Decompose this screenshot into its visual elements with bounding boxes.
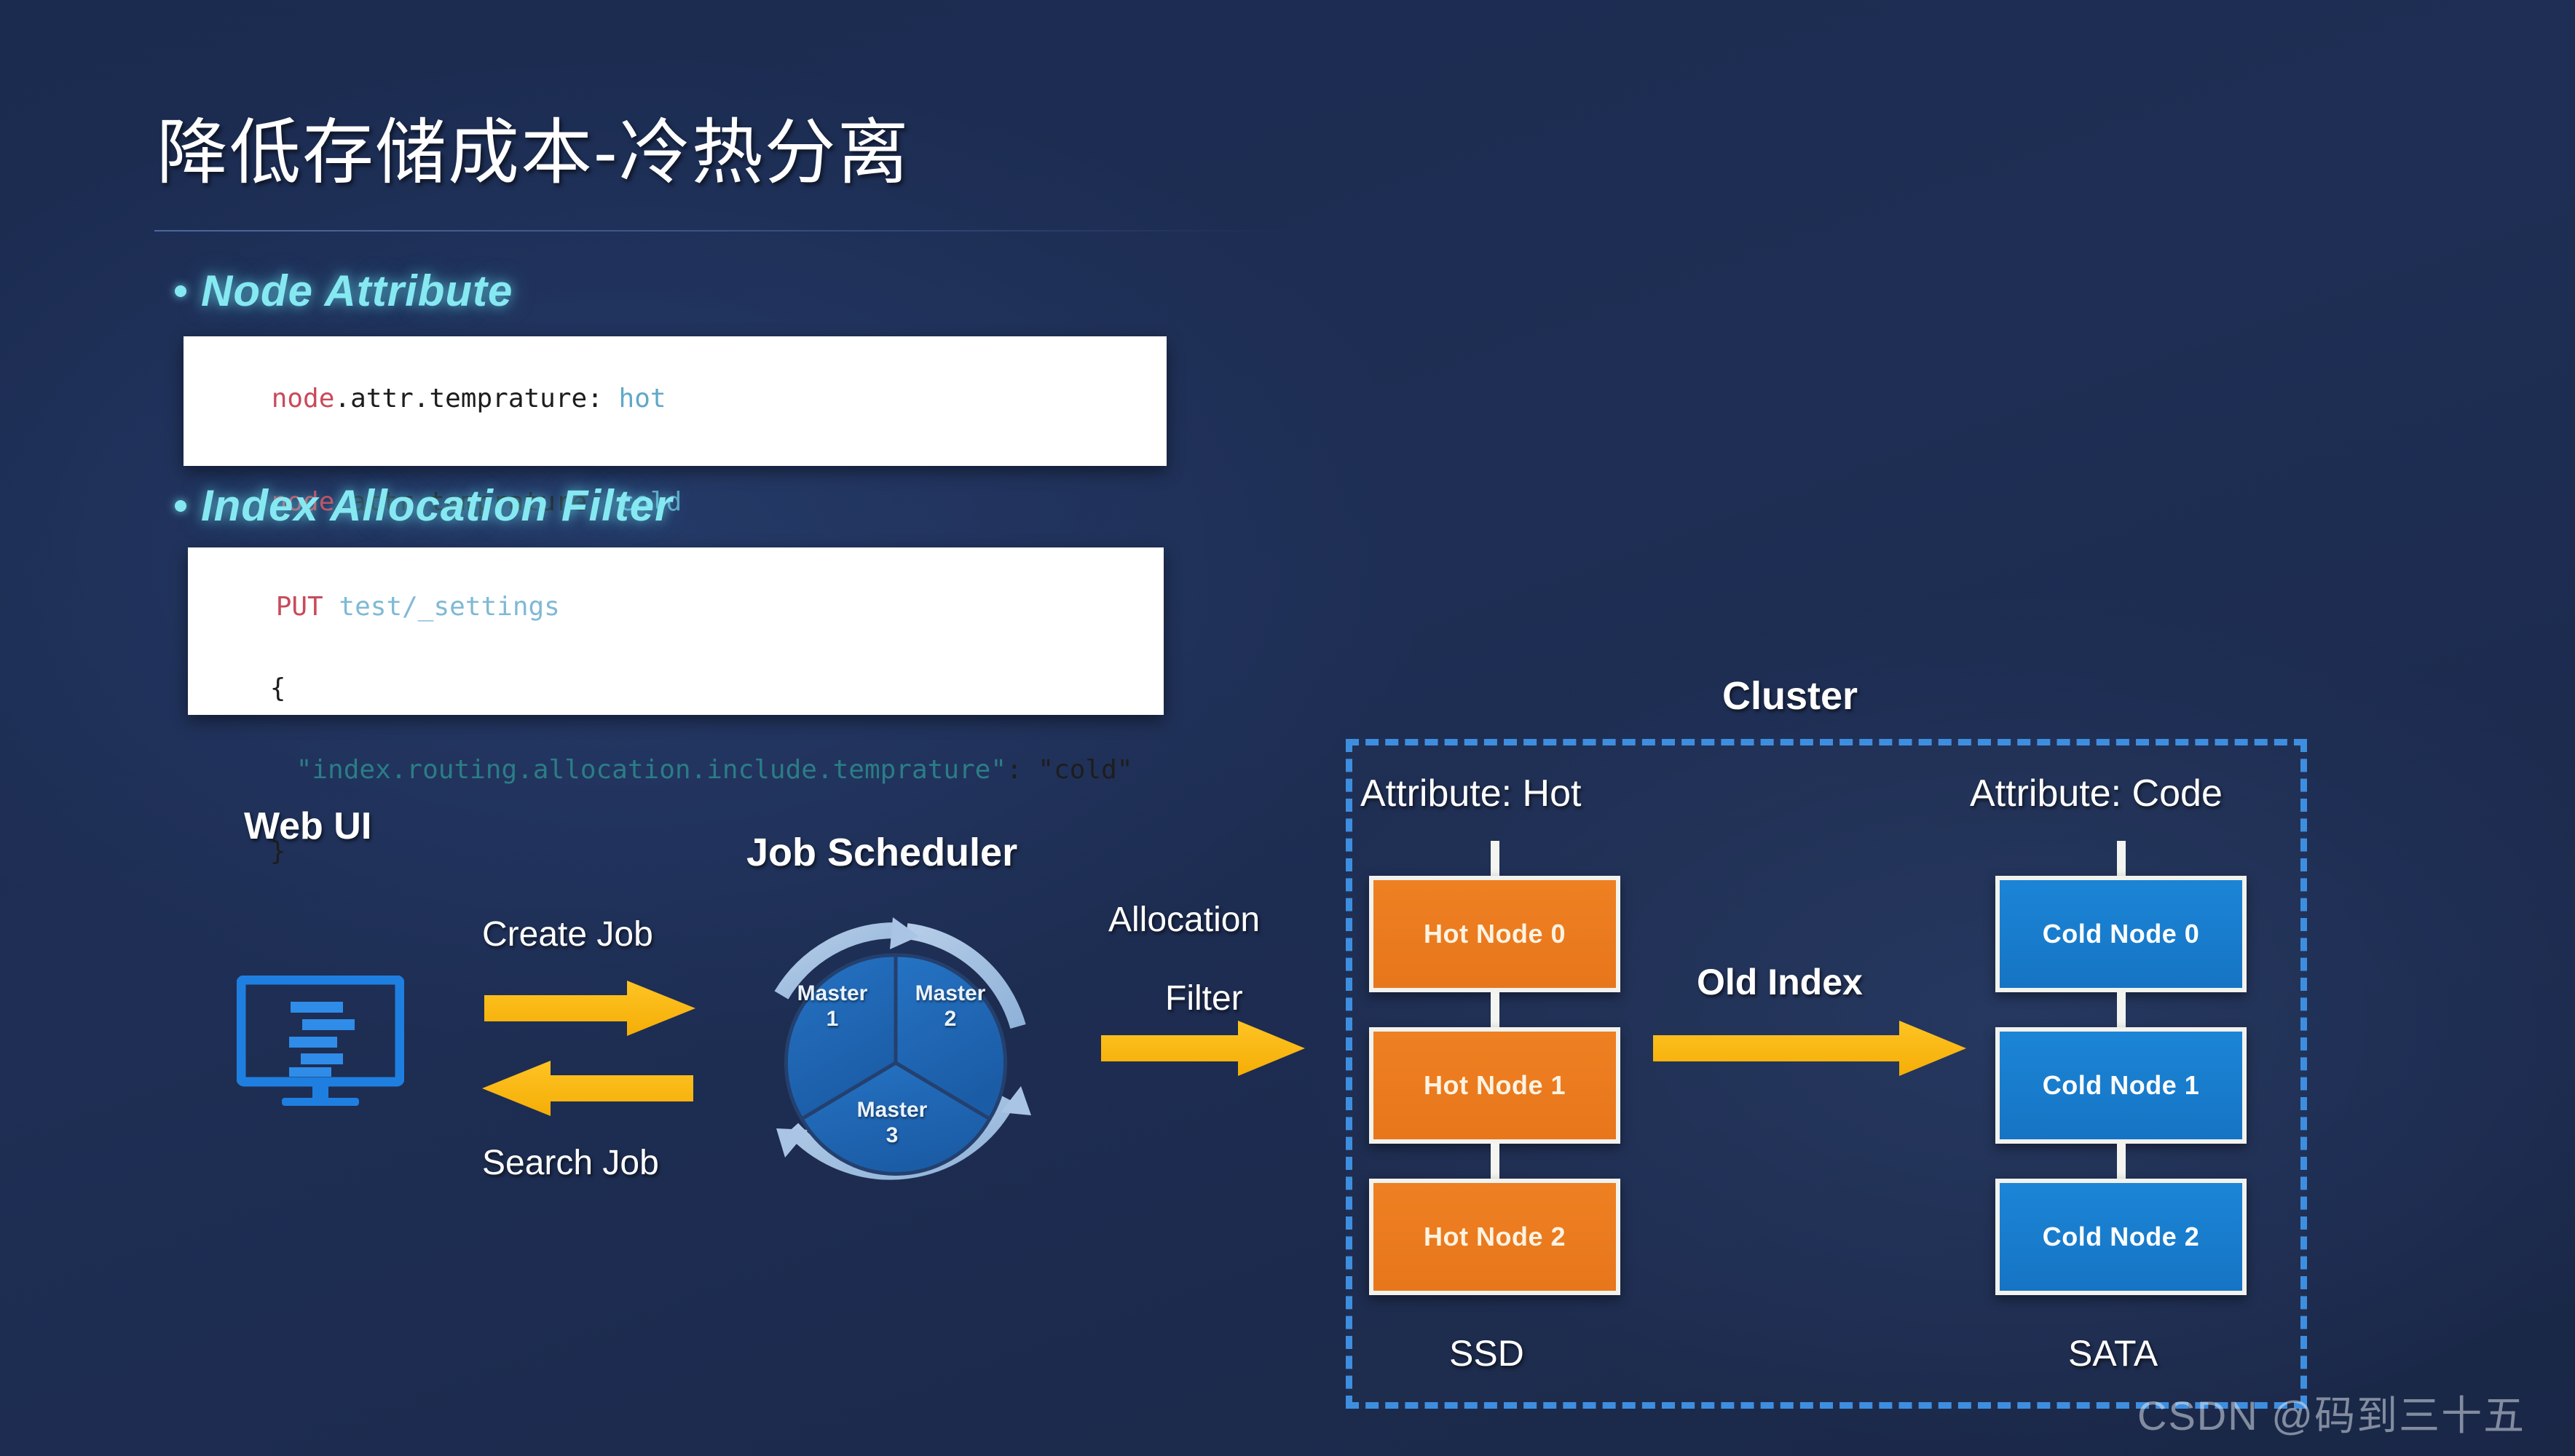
create-job-arrow-icon [484, 981, 695, 1036]
cold-node-box[interactable]: Cold Node 0 [1995, 876, 2247, 992]
old-index-arrow-icon [1653, 1021, 1966, 1076]
cold-column-stem [2116, 841, 2126, 876]
section-heading-label: Index Allocation Filter [201, 481, 673, 530]
code-token-key: node [271, 384, 335, 414]
cluster-label: Cluster [1722, 674, 1858, 718]
code-token-body-value: "cold" [1038, 755, 1133, 785]
allocation-label: Allocation [1108, 901, 1261, 939]
old-index-label: Old Index [1697, 962, 1863, 1002]
code-token-value: hot [618, 384, 666, 414]
cold-node-column: Cold Node 0 Cold Node 1 Cold Node 2 [1995, 841, 2247, 1295]
master-segment-number: 2 [944, 1006, 957, 1031]
code-token-path: test/_settings [339, 592, 560, 622]
cold-node-box[interactable]: Cold Node 1 [1995, 1027, 2247, 1144]
master-segment-name: Master [915, 981, 986, 1005]
title-divider [154, 230, 1290, 232]
code-line: node.attr.temprature: hot [201, 355, 1149, 443]
filter-label: Filter [1165, 979, 1243, 1018]
hot-attribute-label: Attribute: Hot [1360, 772, 1582, 815]
master-segment-number: 1 [826, 1006, 839, 1031]
master-segment-3: Master 3 [845, 1098, 939, 1148]
hot-column-stem [1490, 841, 1499, 876]
master-segment-2: Master 2 [903, 981, 998, 1032]
node-connector [1490, 1144, 1499, 1179]
search-job-arrow-icon [482, 1061, 693, 1116]
bullet-dot-icon [175, 285, 186, 297]
ssd-storage-label: SSD [1449, 1333, 1524, 1374]
create-job-label: Create Job [482, 915, 653, 954]
hot-node-column: Hot Node 0 Hot Node 1 Hot Node 2 [1369, 841, 1620, 1295]
code-token-rest: .attr.temprature: [334, 384, 619, 414]
node-connector [2116, 1144, 2126, 1179]
job-scheduler-label: Job Scheduler [746, 831, 1018, 874]
web-ui-label: Web UI [244, 805, 372, 847]
code-token-method: PUT [275, 592, 323, 622]
page-title: 降低存储成本-冷热分离 [157, 112, 910, 192]
code-block-index-allocation-filter: PUT test/_settings { "index.routing.allo… [188, 547, 1164, 865]
code-block-node-attribute: node.attr.temprature: hot node.attr.temp… [184, 336, 1167, 515]
search-job-label: Search Job [482, 1144, 659, 1182]
code-token-open-brace: { [269, 673, 286, 703]
section-heading-index-allocation-filter: Index Allocation Filter [175, 480, 673, 531]
allocation-filter-arrow-icon [1101, 1021, 1305, 1076]
cold-node-box[interactable]: Cold Node 2 [1995, 1179, 2247, 1295]
section-heading-label: Node Attribute [201, 266, 513, 315]
code-line: "index.routing.allocation.include.tempra… [205, 729, 1146, 811]
hot-node-box[interactable]: Hot Node 1 [1369, 1027, 1620, 1144]
hot-node-box[interactable]: Hot Node 2 [1369, 1179, 1620, 1295]
sata-storage-label: SATA [2068, 1333, 2158, 1374]
code-token-body-key: "index.routing.allocation.include.tempra… [296, 755, 1007, 785]
section-heading-node-attribute: Node Attribute [175, 266, 513, 316]
code-token-body-sep: : [1006, 755, 1038, 785]
code-line: PUT test/_settings [205, 566, 1146, 648]
job-scheduler-wheel-icon [774, 917, 1031, 1180]
watermark: CSDN @码到三十五 [2137, 1393, 2526, 1439]
master-segment-name: Master [797, 981, 868, 1005]
hot-node-box[interactable]: Hot Node 0 [1369, 876, 1620, 992]
bullet-dot-icon [175, 499, 186, 512]
node-connector [2116, 992, 2126, 1027]
master-segment-number: 3 [886, 1123, 899, 1147]
monitor-icon [237, 976, 404, 1106]
master-segment-1: Master 1 [785, 981, 880, 1032]
node-connector [1490, 992, 1499, 1027]
code-line: { [205, 648, 1146, 729]
cold-attribute-label: Attribute: Code [1970, 772, 2223, 815]
master-segment-name: Master [856, 1098, 928, 1122]
